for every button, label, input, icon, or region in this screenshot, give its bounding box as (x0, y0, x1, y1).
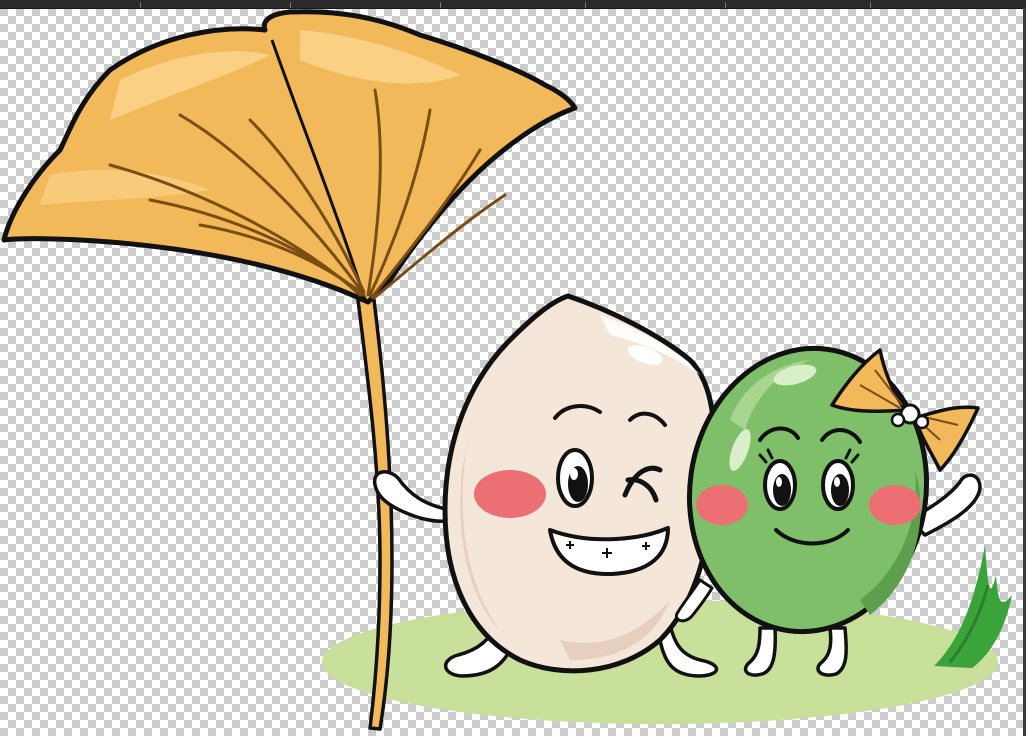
canvas-viewport[interactable] (0, 0, 1026, 736)
illustration (1, 9, 1012, 731)
